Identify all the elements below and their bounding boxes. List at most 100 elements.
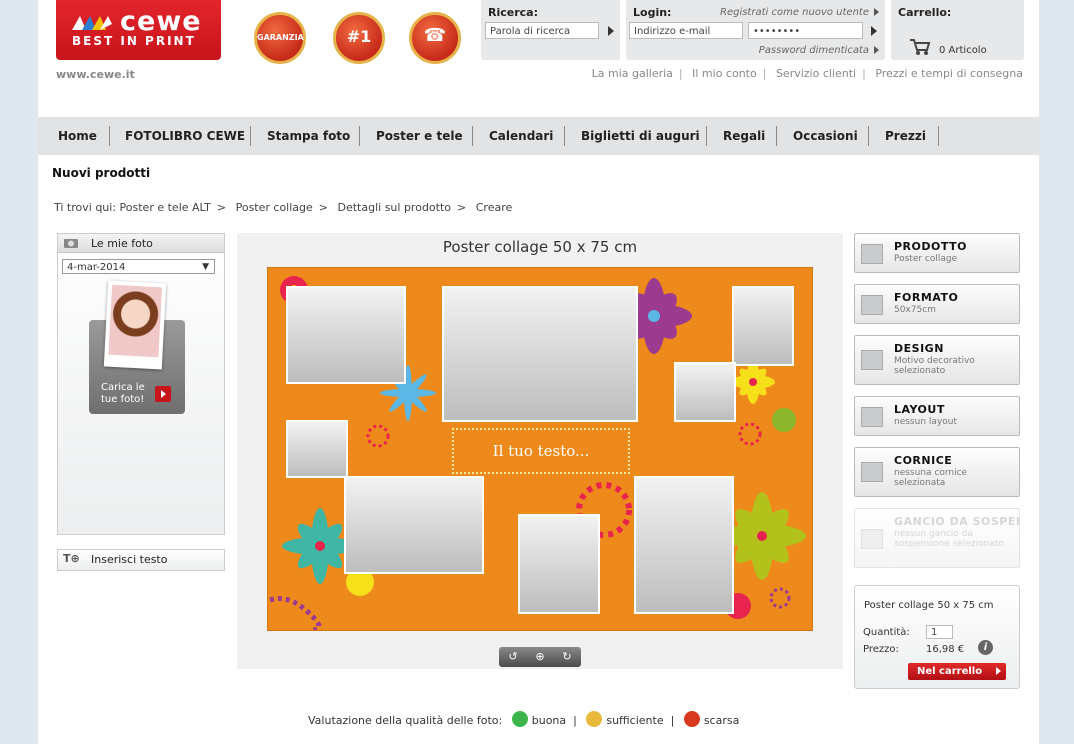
nav-calendari[interactable]: Calendari xyxy=(489,129,553,143)
smiley-good-icon xyxy=(511,711,528,727)
option-layout[interactable]: LAYOUT nessun layout xyxy=(854,396,1020,436)
option-format[interactable]: FORMATO 50x75cm xyxy=(854,284,1020,324)
rotate-left-icon[interactable]: ↺ xyxy=(501,649,525,665)
option-title: CORNICE xyxy=(894,454,953,467)
order-box: Poster collage 50 x 75 cm Quantità: 1 Pr… xyxy=(854,585,1020,689)
layout-icon xyxy=(861,407,883,427)
option-title: GANCIO DA SOSPENS xyxy=(894,515,1020,528)
rotate-right-icon[interactable]: ↻ xyxy=(555,649,579,665)
option-title: FORMATO xyxy=(894,291,959,304)
nav-stampa-foto[interactable]: Stampa foto xyxy=(267,129,350,143)
photo-quality-rating: Valutazione della qualità delle foto: bu… xyxy=(308,711,739,727)
forgot-arrow-icon[interactable] xyxy=(874,46,879,54)
quantity-label: Quantità: xyxy=(863,627,910,638)
nav-occasioni[interactable]: Occasioni xyxy=(793,129,858,143)
option-frame[interactable]: CORNICE nessuna cornice selezionata xyxy=(854,447,1020,497)
resize-icon xyxy=(861,295,883,315)
cewe-logo[interactable]: cewe BEST IN PRINT xyxy=(56,0,221,60)
insert-text-button[interactable]: T⊕ Inserisci testo xyxy=(57,549,225,571)
editor-canvas: Poster collage 50 x 75 cm Il tuo testo..… xyxy=(237,233,843,669)
text-tool-icon: T⊕ xyxy=(63,552,80,565)
search-submit-arrow-icon[interactable] xyxy=(608,26,614,36)
main-nav: Home FOTOLIBRO CEWE Stampa foto Poster e… xyxy=(38,117,1039,155)
photo-date-value: 4-mar-2014 xyxy=(67,262,126,273)
seal-label: ☎ xyxy=(423,25,447,46)
photo-slot[interactable] xyxy=(518,514,600,614)
photo-slot[interactable] xyxy=(344,476,484,574)
info-icon[interactable]: i xyxy=(978,640,993,655)
search-box: Ricerca: Parola di ricerca xyxy=(481,0,620,60)
smiley-bad-icon xyxy=(683,711,700,727)
option-product[interactable]: PRODOTTO Poster collage xyxy=(854,233,1020,273)
nav-home[interactable]: Home xyxy=(58,129,97,143)
photo-slot[interactable] xyxy=(634,476,734,614)
page-title: Nuovi prodotti xyxy=(52,166,151,180)
login-box: Login: Registrati come nuovo utente Indi… xyxy=(626,0,885,60)
cewe-logo-mark-icon xyxy=(72,16,112,30)
chevron-down-icon: ▼ xyxy=(202,262,209,272)
photo-slot[interactable] xyxy=(286,420,348,478)
order-product: Poster collage 50 x 75 cm xyxy=(864,600,994,611)
breadcrumb-item[interactable]: Poster e tele ALT xyxy=(120,201,211,214)
option-sub: Poster collage xyxy=(894,254,958,264)
nav-regali[interactable]: Regali xyxy=(723,129,765,143)
nav-prezzi[interactable]: Prezzi xyxy=(885,129,926,143)
price-value: 16,98 € xyxy=(926,644,965,655)
option-sub: 50x75cm xyxy=(894,305,936,315)
my-photos-panel: Le mie foto 4-mar-2014 ▼ Carica le tue f… xyxy=(57,233,225,535)
breadcrumb-item[interactable]: Dettagli sul prodotto xyxy=(338,201,452,214)
photo-slot[interactable] xyxy=(286,286,406,384)
link-gallery[interactable]: La mia galleria xyxy=(592,67,673,80)
nav-biglietti[interactable]: Biglietti di auguri xyxy=(581,129,700,143)
link-prices[interactable]: Prezzi e tempi di consegna xyxy=(875,67,1023,80)
register-arrow-icon[interactable] xyxy=(874,8,879,16)
password-input[interactable]: •••••••• xyxy=(748,22,863,39)
insert-text-label: Inserisci testo xyxy=(91,553,168,566)
seal-label: #1 xyxy=(346,27,372,46)
option-title: PRODOTTO xyxy=(894,240,967,253)
customer-service-seal-icon[interactable]: ☎ xyxy=(409,12,461,64)
image-icon xyxy=(861,244,883,264)
rating-bad: scarsa xyxy=(703,714,740,727)
register-link[interactable]: Registrati come nuovo utente xyxy=(720,7,869,18)
login-submit-arrow-icon[interactable] xyxy=(871,26,877,36)
upload-label: Carica le tue foto! xyxy=(101,382,145,405)
add-to-cart-button[interactable]: Nel carrello xyxy=(908,663,1006,680)
breadcrumb-item[interactable]: Poster collage xyxy=(236,201,313,214)
number-one-seal-icon[interactable]: #1 xyxy=(333,12,385,64)
poster-preview[interactable]: Il tuo testo... xyxy=(267,267,813,631)
poster-text-field[interactable]: Il tuo testo... xyxy=(452,428,630,474)
my-photos-header: Le mie foto xyxy=(58,234,224,253)
link-service[interactable]: Servizio clienti xyxy=(776,67,856,80)
my-photos-title: Le mie foto xyxy=(91,237,153,250)
nav-fotolibro[interactable]: FOTOLIBRO CEWE xyxy=(125,129,245,143)
photo-slot[interactable] xyxy=(732,286,794,366)
option-sub: Motivo decorativo selezionato xyxy=(894,356,975,376)
link-account[interactable]: Il mio conto xyxy=(692,67,757,80)
upload-arrow-icon xyxy=(155,386,171,402)
option-sub: nessun layout xyxy=(894,417,957,427)
photo-slot[interactable] xyxy=(442,286,638,422)
option-sub: nessun gancio da sospensione selezionato xyxy=(894,529,1004,549)
canvas-toolbar: ↺ ⊕ ↻ xyxy=(499,647,581,667)
cart-box[interactable]: Carrello: 0 Articolo xyxy=(891,0,1024,60)
top-links: La mia galleria | Il mio conto | Servizio … xyxy=(591,67,1023,80)
login-title: Login: xyxy=(633,6,672,19)
email-input[interactable]: Indirizzo e-mail xyxy=(629,22,743,39)
nav-poster[interactable]: Poster e tele xyxy=(376,129,463,143)
option-hanger: GANCIO DA SOSPENS nessun gancio da sospe… xyxy=(854,508,1020,568)
search-input[interactable]: Parola di ricerca xyxy=(485,22,599,39)
site-url: www.cewe.it xyxy=(56,68,135,81)
forgot-password-link[interactable]: Password dimenticata xyxy=(759,45,869,56)
guarantee-seal-icon[interactable]: GARANZIA xyxy=(254,12,306,64)
cart-count: 0 Articolo xyxy=(939,45,987,56)
rating-ok: sufficiente xyxy=(606,714,664,727)
photo-slot[interactable] xyxy=(674,362,736,422)
zoom-icon[interactable]: ⊕ xyxy=(528,649,552,665)
photo-date-select[interactable]: 4-mar-2014 ▼ xyxy=(62,259,215,274)
logo-brand: cewe xyxy=(120,6,202,37)
canvas-title: Poster collage 50 x 75 cm xyxy=(442,238,638,256)
rating-label: Valutazione della qualità delle foto: xyxy=(308,714,503,727)
quantity-input[interactable]: 1 xyxy=(926,625,953,639)
option-design[interactable]: DESIGN Motivo decorativo selezionato xyxy=(854,335,1020,385)
